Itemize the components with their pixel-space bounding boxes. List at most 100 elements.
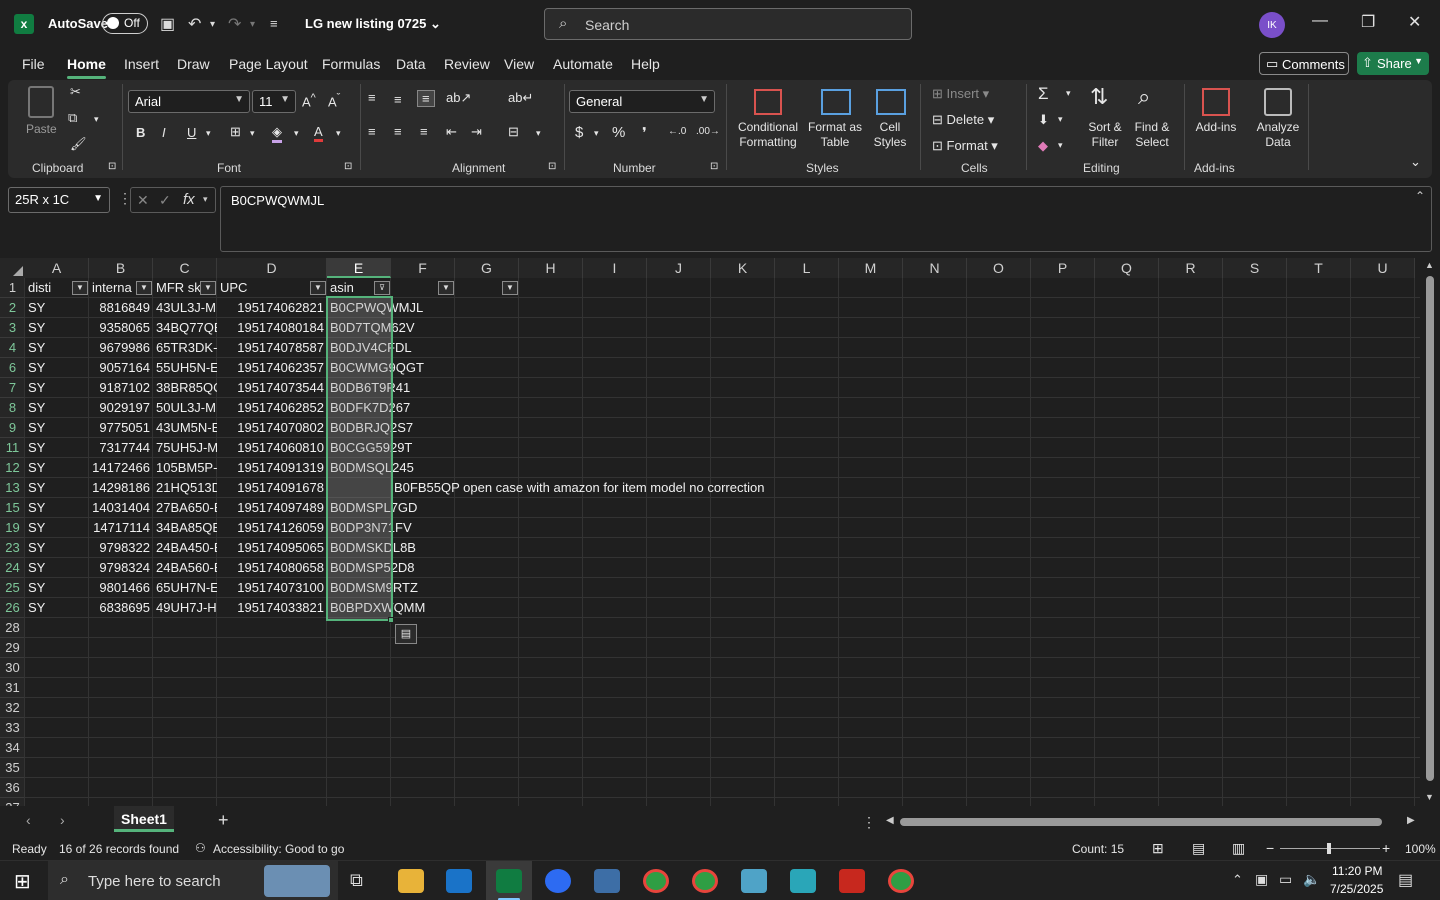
- cell-disti[interactable]: SY: [25, 338, 89, 358]
- chrome-icon[interactable]: [643, 869, 669, 893]
- status-accessibility[interactable]: Accessibility: Good to go: [213, 842, 344, 856]
- cell-upc[interactable]: 195174073544: [217, 378, 327, 398]
- cut-icon[interactable]: ✂: [70, 84, 81, 100]
- cell-note[interactable]: B0FB55QP open case with amazon for item …: [391, 478, 891, 498]
- cell-disti[interactable]: SY: [25, 318, 89, 338]
- filter-dropdown-icon[interactable]: ▼: [72, 281, 88, 295]
- cell-internal[interactable]: 9358065: [89, 318, 153, 338]
- row-header-23[interactable]: 23: [0, 538, 25, 558]
- row-header-7[interactable]: 7: [0, 378, 25, 398]
- column-header-s[interactable]: S: [1223, 258, 1287, 278]
- font-name-select[interactable]: Arial ▼: [128, 90, 250, 113]
- share-button[interactable]: ⇧ Share ▼: [1357, 52, 1429, 75]
- column-header-m[interactable]: M: [839, 258, 903, 278]
- column-header-q[interactable]: Q: [1095, 258, 1159, 278]
- filter-dropdown-icon[interactable]: ▼: [502, 281, 518, 295]
- tab-split-handle-icon[interactable]: ⋮: [862, 814, 876, 831]
- zoom-app-icon[interactable]: [545, 869, 571, 893]
- cell-internal[interactable]: 14717114: [89, 518, 153, 538]
- volume-icon[interactable]: 🔈: [1303, 871, 1320, 888]
- row-header-33[interactable]: 33: [0, 718, 25, 738]
- row-header-4[interactable]: 4: [0, 338, 25, 358]
- column-header-r[interactable]: R: [1159, 258, 1223, 278]
- column-header-i[interactable]: I: [583, 258, 647, 278]
- tab-page-layout[interactable]: Page Layout: [229, 56, 308, 72]
- customize-toolbar-icon[interactable]: ≡: [270, 16, 278, 31]
- row-header-6[interactable]: 6: [0, 358, 25, 378]
- cell-disti[interactable]: SY: [25, 378, 89, 398]
- font-color-icon[interactable]: A: [314, 124, 323, 142]
- row-header-34[interactable]: 34: [0, 738, 25, 758]
- zoom-level[interactable]: 100%: [1405, 842, 1436, 856]
- cell-internal[interactable]: 9029197: [89, 398, 153, 418]
- merge-dropdown-icon[interactable]: ▾: [536, 128, 541, 139]
- align-bottom-icon[interactable]: ≡: [417, 90, 435, 107]
- cell-upc[interactable]: 195174060810: [217, 438, 327, 458]
- redo-icon[interactable]: ↷: [228, 14, 241, 34]
- tab-automate[interactable]: Automate: [553, 56, 613, 72]
- decrease-font-icon[interactable]: Aˇ: [328, 92, 340, 109]
- column-header-l[interactable]: L: [775, 258, 839, 278]
- column-header-c[interactable]: C: [153, 258, 217, 278]
- cell-mfr-sku[interactable]: 24BA560-E: [153, 558, 217, 578]
- undo-icon[interactable]: ↶: [188, 14, 201, 34]
- normal-view-icon[interactable]: ⊞: [1152, 840, 1164, 857]
- row-header-12[interactable]: 12: [0, 458, 25, 478]
- percent-icon[interactable]: %: [612, 124, 625, 141]
- row-header-26[interactable]: 26: [0, 598, 25, 618]
- fill-dropdown-icon[interactable]: ▾: [1058, 114, 1063, 125]
- file-explorer-icon[interactable]: [398, 869, 424, 893]
- bold-icon[interactable]: B: [136, 125, 145, 140]
- cell-disti[interactable]: SY: [25, 558, 89, 578]
- scroll-left-icon[interactable]: ◀: [886, 815, 894, 826]
- column-header-h[interactable]: H: [519, 258, 583, 278]
- cell-mfr-sku[interactable]: 75UH5J-M: [153, 438, 217, 458]
- vertical-scroll-thumb[interactable]: [1426, 276, 1434, 781]
- decrease-indent-icon[interactable]: ⇤: [446, 124, 457, 140]
- row-header-29[interactable]: 29: [0, 638, 25, 658]
- conditional-formatting-icon[interactable]: [754, 89, 782, 115]
- scroll-down-icon[interactable]: ▼: [1425, 792, 1434, 802]
- column-header-d[interactable]: D: [217, 258, 327, 278]
- column-header-o[interactable]: O: [967, 258, 1031, 278]
- analyze-data-icon[interactable]: [1264, 88, 1292, 116]
- cell-internal[interactable]: 9057164: [89, 358, 153, 378]
- sheet-tab-sheet1[interactable]: Sheet1: [114, 806, 174, 832]
- column-header-p[interactable]: P: [1031, 258, 1095, 278]
- cell-styles-icon[interactable]: [876, 89, 906, 115]
- font-launcher-icon[interactable]: ⊡: [344, 161, 352, 172]
- cell-internal[interactable]: 9679986: [89, 338, 153, 358]
- cell-disti[interactable]: SY: [25, 458, 89, 478]
- clock-time[interactable]: 11:20 PM: [1332, 864, 1382, 878]
- cell-internal[interactable]: 8816849: [89, 298, 153, 318]
- column-header-b[interactable]: B: [89, 258, 153, 278]
- row-header-28[interactable]: 28: [0, 618, 25, 638]
- format-painter-icon[interactable]: 🖌: [70, 136, 87, 152]
- cell-internal[interactable]: 7317744: [89, 438, 153, 458]
- row-header-11[interactable]: 11: [0, 438, 25, 458]
- cell-upc[interactable]: 195174091678: [217, 478, 327, 498]
- cell-mfr-sku[interactable]: 49UH7J-H: [153, 598, 217, 618]
- sort-filter-icon[interactable]: ⇅: [1090, 84, 1108, 110]
- cell-mfr-sku[interactable]: 50UL3J-M: [153, 398, 217, 418]
- chrome-alt-icon[interactable]: [888, 869, 914, 893]
- filter-dropdown-icon[interactable]: ▼: [438, 281, 454, 295]
- zoom-in-icon[interactable]: +: [1382, 840, 1390, 856]
- cell-internal[interactable]: 9798322: [89, 538, 153, 558]
- filter-active-icon[interactable]: ⊽: [374, 281, 390, 295]
- cell-internal[interactable]: 6838695: [89, 598, 153, 618]
- cell-mfr-sku[interactable]: 38BR85QC: [153, 378, 217, 398]
- cell-internal[interactable]: 9187102: [89, 378, 153, 398]
- clipboard-launcher-icon[interactable]: ⊡: [108, 161, 116, 172]
- minimize-icon[interactable]: —: [1312, 12, 1328, 30]
- column-header-a[interactable]: A: [25, 258, 89, 278]
- align-top-icon[interactable]: ≡: [368, 90, 376, 105]
- row-header-1[interactable]: 1: [0, 278, 25, 298]
- calculator-icon[interactable]: [594, 869, 620, 893]
- column-header-t[interactable]: T: [1287, 258, 1351, 278]
- align-center-icon[interactable]: ≡: [394, 124, 402, 139]
- find-select-button[interactable]: Find & Select: [1126, 120, 1178, 150]
- cell-mfr-sku[interactable]: 105BM5P-: [153, 458, 217, 478]
- cell-upc[interactable]: 195174070802: [217, 418, 327, 438]
- cell-upc[interactable]: 195174078587: [217, 338, 327, 358]
